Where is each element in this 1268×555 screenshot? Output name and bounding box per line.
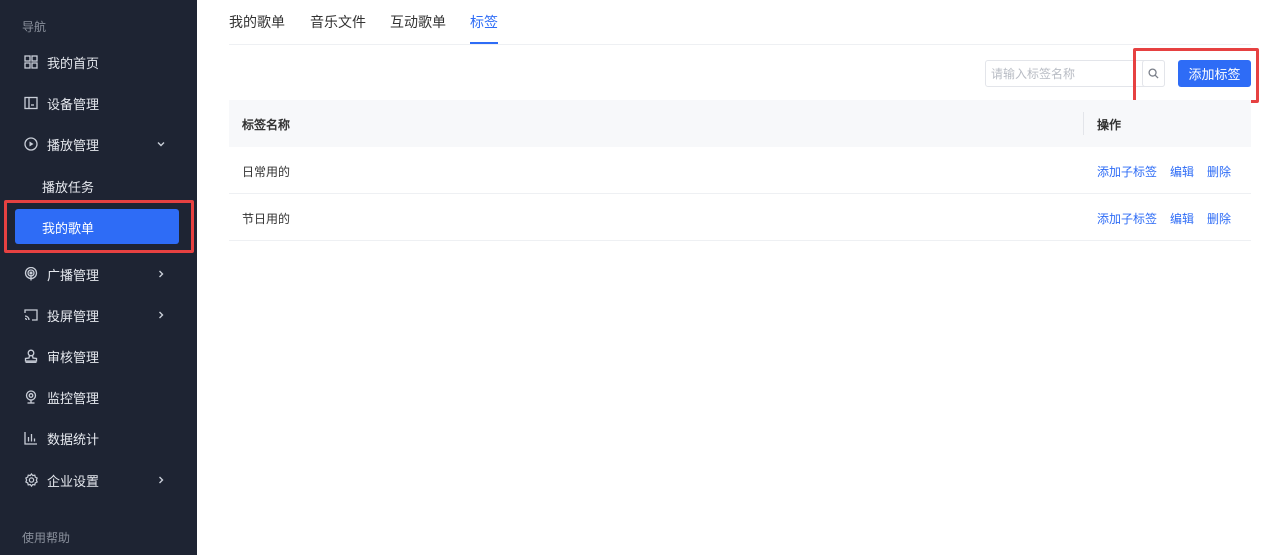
sidebar-item-home[interactable]: 我的首页 [0, 42, 197, 83]
sidebar-item-cast[interactable]: 投屏管理 [0, 295, 197, 336]
tag-table: 标签名称 操作 日常用的 添加子标签 编辑 删除 节日用的 添加子标签 编辑 删… [229, 100, 1251, 241]
column-divider [1083, 112, 1084, 135]
tag-name-cell: 节日用的 [242, 212, 291, 226]
chevron-right-icon [155, 267, 167, 281]
tag-search-input[interactable] [985, 60, 1165, 87]
sidebar-subitem-label: 我的歌单 [42, 222, 95, 237]
main-content: 我的歌单 音乐文件 互动歌单 标签 添加标签 标签名称 操作 日常用的 [197, 0, 1268, 555]
sidebar-item-review[interactable]: 审核管理 [0, 336, 197, 377]
bar-chart-icon [23, 430, 39, 446]
tag-name-cell: 日常用的 [242, 165, 291, 179]
delete-link[interactable]: 删除 [1207, 210, 1231, 227]
cast-icon [23, 307, 39, 323]
broadcast-icon [23, 266, 39, 282]
tab-tags[interactable]: 标签 [470, 12, 498, 32]
sidebar-item-label: 数据统计 [47, 433, 100, 448]
chevron-right-icon [155, 473, 167, 487]
search-icon [1148, 64, 1159, 83]
chevron-down-icon [155, 137, 167, 151]
camera-icon [23, 389, 39, 405]
app: 导航 我的首页 设备管理 播放管理 播放任务 我的歌单 广播管理 投屏管理 审核… [0, 0, 1268, 555]
gear-icon [23, 472, 39, 488]
chevron-right-icon [155, 308, 167, 322]
sidebar-item-label: 监控管理 [47, 392, 100, 407]
help-section-label[interactable]: 使用帮助 [22, 529, 70, 546]
sidebar-item-statistics[interactable]: 数据统计 [0, 418, 197, 459]
table-header: 标签名称 操作 [229, 100, 1251, 147]
stamp-icon [23, 348, 39, 364]
sidebar-subitem-label: 播放任务 [42, 180, 95, 196]
sidebar-subitem-play-tasks[interactable]: 播放任务 [0, 166, 197, 206]
sidebar-item-label: 广播管理 [47, 269, 100, 284]
sidebar-item-label: 审核管理 [47, 351, 100, 366]
sidebar: 导航 我的首页 设备管理 播放管理 播放任务 我的歌单 广播管理 投屏管理 审核… [0, 0, 197, 555]
edit-link[interactable]: 编辑 [1170, 163, 1194, 180]
active-tab-indicator [470, 42, 498, 44]
add-tag-button[interactable]: 添加标签 [1178, 60, 1251, 87]
sidebar-item-playback[interactable]: 播放管理 [0, 124, 197, 165]
sidebar-item-label: 投屏管理 [47, 310, 100, 325]
nav-section-label: 导航 [22, 20, 47, 34]
sidebar-item-label: 我的首页 [47, 57, 100, 72]
tab-my-playlist[interactable]: 我的歌单 [229, 12, 285, 32]
tab-bar: 我的歌单 音乐文件 互动歌单 标签 [229, 0, 1251, 45]
column-header-tag-name: 标签名称 [242, 118, 291, 132]
search-button[interactable] [1142, 60, 1165, 87]
edit-link[interactable]: 编辑 [1170, 210, 1194, 227]
sidebar-item-broadcast[interactable]: 广播管理 [0, 254, 197, 295]
tab-music-files[interactable]: 音乐文件 [310, 12, 366, 32]
delete-link[interactable]: 删除 [1207, 163, 1231, 180]
table-row: 节日用的 添加子标签 编辑 删除 [229, 194, 1251, 241]
add-subtag-link[interactable]: 添加子标签 [1097, 210, 1157, 227]
sidebar-item-label: 企业设置 [47, 475, 100, 490]
table-row: 日常用的 添加子标签 编辑 删除 [229, 147, 1251, 194]
tab-interactive-playlist[interactable]: 互动歌单 [390, 12, 446, 32]
sidebar-item-label: 播放管理 [47, 139, 100, 154]
device-icon [23, 95, 39, 111]
sidebar-item-settings[interactable]: 企业设置 [0, 460, 197, 501]
add-subtag-link[interactable]: 添加子标签 [1097, 163, 1157, 180]
sidebar-subitem-my-playlist[interactable]: 我的歌单 [15, 209, 179, 244]
sidebar-item-monitor[interactable]: 监控管理 [0, 377, 197, 418]
column-header-actions: 操作 [1097, 118, 1122, 132]
grid-icon [23, 54, 39, 70]
play-circle-icon [23, 136, 39, 152]
sidebar-item-devices[interactable]: 设备管理 [0, 83, 197, 124]
sidebar-item-label: 设备管理 [47, 98, 100, 113]
